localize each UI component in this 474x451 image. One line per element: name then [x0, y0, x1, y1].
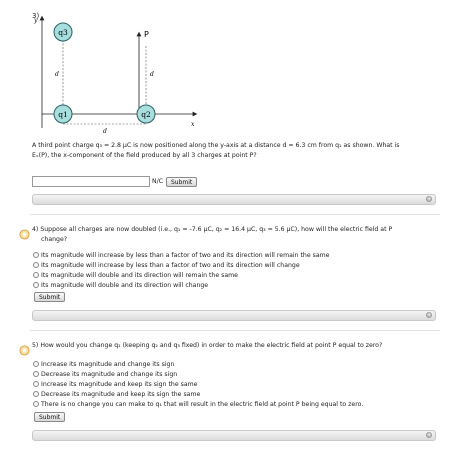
q4-feedback-bar[interactable]: + — [32, 310, 436, 321]
status-icon — [19, 229, 30, 240]
expand-icon[interactable]: + — [426, 432, 432, 438]
radio-button[interactable] — [33, 381, 39, 387]
option-label: Its magnitude will increase by less than… — [41, 252, 330, 259]
q3-submit-button[interactable]: Submit — [166, 177, 198, 187]
question-4-number: 4) — [32, 226, 39, 233]
q3-label: q3 — [58, 28, 68, 37]
y-axis-label: y — [33, 17, 38, 24]
question-3-line-1: A third point charge q₃ = 2.8 μC is now … — [32, 142, 400, 149]
expand-icon[interactable]: + — [426, 196, 432, 202]
q4-option[interactable]: Its magnitude will double and its direct… — [33, 281, 208, 290]
q2-label: q2 — [141, 110, 151, 119]
q4-option[interactable]: Its magnitude will increase by less than… — [33, 251, 329, 260]
question-4-line-1: Suppose all charges are now doubled (i.e… — [40, 226, 393, 233]
q5-option[interactable]: Decrease its magnitude and change its si… — [33, 370, 177, 379]
d-left-label: d — [55, 71, 59, 78]
unit-label: N/C — [152, 178, 164, 185]
radio-button[interactable] — [33, 262, 39, 268]
q5-feedback-bar[interactable]: + — [32, 430, 436, 441]
q5-option[interactable]: There is no change you can make to q₁ th… — [33, 400, 363, 409]
q5-submit-button[interactable]: Submit — [34, 412, 66, 422]
option-label: There is no change you can make to q₁ th… — [41, 401, 364, 408]
status-icon — [19, 345, 30, 356]
option-label: Decrease its magnitude and keep its sign… — [41, 391, 201, 398]
q4-option[interactable]: Its magnitude will double and its direct… — [33, 271, 238, 280]
charge-diagram: q3 q1 q2 y x P d d d — [33, 15, 198, 135]
radio-button[interactable] — [33, 272, 39, 278]
x-axis-label: x — [191, 121, 195, 128]
q4-submit-button[interactable]: Submit — [34, 292, 66, 302]
question-5-number: 5) — [32, 342, 39, 349]
option-label: Decrease its magnitude and change its si… — [41, 371, 178, 378]
expand-icon[interactable]: + — [426, 312, 432, 318]
radio-button[interactable] — [33, 371, 39, 377]
q5-option[interactable]: Increase its magnitude and change its si… — [33, 360, 174, 369]
point-p-label: P — [144, 30, 149, 39]
d-bottom-label: d — [103, 128, 107, 135]
option-label: Its magnitude will double and its direct… — [41, 272, 238, 279]
q4-option[interactable]: Its magnitude will increase by less than… — [33, 261, 300, 270]
radio-button[interactable] — [33, 401, 39, 407]
d-right-label: d — [150, 71, 154, 78]
answer-input[interactable] — [32, 176, 150, 187]
option-label: Increase its magnitude and keep its sign… — [41, 381, 198, 388]
radio-button[interactable] — [33, 361, 39, 367]
option-label: Its magnitude will double and its direct… — [41, 282, 209, 289]
question-3-text: A third point charge q₃ = 2.8 μC is now … — [32, 141, 452, 160]
q1-label: q1 — [58, 110, 68, 119]
option-label: Increase its magnitude and change its si… — [41, 361, 175, 368]
divider — [30, 330, 440, 331]
question-3-line-2: Eₓ(P), the x-component of the field prod… — [32, 151, 257, 159]
option-label: Its magnitude will increase by less than… — [41, 262, 300, 269]
q3-feedback-bar[interactable]: + — [32, 194, 436, 205]
radio-button[interactable] — [33, 282, 39, 288]
q5-option[interactable]: Decrease its magnitude and keep its sign… — [33, 390, 200, 399]
radio-button[interactable] — [33, 252, 39, 258]
question-5-text: 5) How would you change q₁ (keeping q₂ a… — [32, 341, 452, 351]
question-5-line-1: How would you change q₁ (keeping q₂ and … — [40, 342, 383, 349]
question-4-text: 4) Suppose all charges are now doubled (… — [32, 225, 452, 244]
divider — [30, 214, 440, 215]
radio-button[interactable] — [33, 391, 39, 397]
question-4-line-2: change? — [41, 235, 68, 243]
q5-option[interactable]: Increase its magnitude and keep its sign… — [33, 380, 197, 389]
